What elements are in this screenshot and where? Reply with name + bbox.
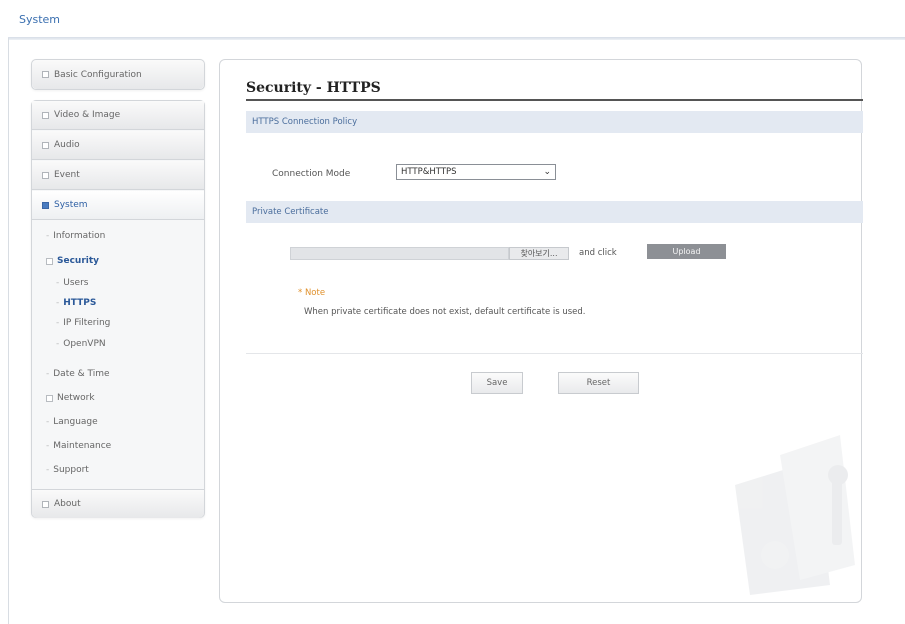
collapse-icon: [42, 201, 49, 209]
sidebar-item-security[interactable]: Security: [32, 251, 204, 271]
page-title: Security - HTTPS: [246, 80, 381, 96]
save-button[interactable]: Save: [471, 372, 523, 394]
expand-icon: [42, 500, 49, 508]
expand-icon: [42, 141, 49, 149]
sidebar-item-language[interactable]: - Language: [32, 412, 204, 432]
tools-watermark-icon: [735, 435, 855, 595]
sidebar-item-openvpn[interactable]: - OpenVPN: [32, 334, 204, 354]
file-path-input[interactable]: [290, 247, 509, 260]
sidebar-item-information[interactable]: - Information: [32, 226, 204, 246]
sidebar-item-users[interactable]: - Users: [32, 273, 204, 293]
title-rule: [246, 99, 863, 101]
nav-system[interactable]: System: [32, 191, 204, 220]
content-divider: [246, 353, 863, 354]
reset-button[interactable]: Reset: [558, 372, 639, 394]
folder-icon: [46, 394, 53, 402]
nav-label: Video & Image: [54, 110, 121, 120]
expand-icon: [42, 71, 49, 78]
sidebar-item-network[interactable]: Network: [32, 388, 204, 408]
nav-group-basic: Basic Configuration: [31, 59, 205, 90]
left-border: [8, 38, 9, 624]
nav-group-main: Video & Image Audio Event System - Infor…: [31, 100, 205, 518]
expand-icon: [42, 171, 49, 179]
content-panel: Security - HTTPS HTTPS Connection Policy…: [219, 59, 863, 603]
section-title: Private Certificate: [252, 207, 329, 217]
nav-event[interactable]: Event: [32, 161, 204, 190]
app-title: System: [19, 13, 61, 26]
sidebar-item-ip-filtering[interactable]: - IP Filtering: [32, 313, 204, 333]
nav-label: Basic Configuration: [54, 69, 142, 80]
and-click-text: and click: [579, 248, 617, 258]
nav-video-image[interactable]: Video & Image: [32, 101, 204, 130]
nav-audio[interactable]: Audio: [32, 131, 204, 160]
folder-open-icon: [46, 257, 53, 265]
sidebar-item-support[interactable]: - Support: [32, 460, 204, 480]
nav-about[interactable]: About: [32, 489, 204, 518]
upload-button[interactable]: Upload: [647, 244, 726, 259]
nav-label: Event: [54, 170, 80, 180]
connection-mode-label: Connection Mode: [272, 169, 351, 179]
section-https-policy: HTTPS Connection Policy: [246, 111, 863, 133]
selected-value: HTTP&HTTPS: [401, 167, 457, 177]
expand-icon: [42, 111, 49, 119]
top-bar: System: [0, 0, 905, 40]
nav-label: System: [54, 200, 88, 210]
section-title: HTTPS Connection Policy: [252, 117, 358, 127]
note-text: When private certificate does not exist,…: [304, 307, 586, 317]
chevron-down-icon: ⌄: [543, 167, 551, 177]
sidebar-item-date-time[interactable]: - Date & Time: [32, 364, 204, 384]
header-divider: [8, 37, 905, 40]
browse-button[interactable]: 찾아보기...: [509, 247, 569, 260]
nav-label: About: [54, 499, 81, 509]
sidebar-item-maintenance[interactable]: - Maintenance: [32, 436, 204, 456]
connection-mode-select[interactable]: HTTP&HTTPS ⌄: [396, 164, 556, 180]
note-title: * Note: [298, 288, 326, 298]
nav-basic-configuration[interactable]: Basic Configuration: [32, 60, 204, 89]
nav-label: Audio: [54, 140, 80, 150]
section-private-certificate: Private Certificate: [246, 201, 863, 223]
sidebar-item-https[interactable]: - HTTPS: [32, 293, 204, 313]
